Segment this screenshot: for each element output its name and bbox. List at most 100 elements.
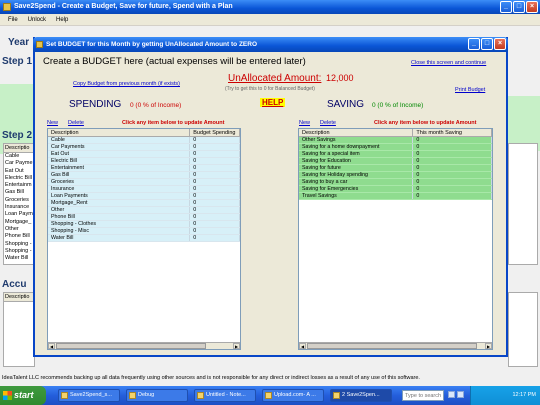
row-amount: 0 bbox=[190, 186, 240, 192]
spending-row[interactable]: Loan Payments 0 bbox=[48, 193, 240, 200]
print-budget-link[interactable]: Print Budget bbox=[455, 87, 485, 93]
row-description: Groceries bbox=[48, 179, 191, 185]
network-icon[interactable] bbox=[457, 391, 464, 398]
scroll-left-icon[interactable]: ◀ bbox=[48, 343, 55, 349]
bg-table-row[interactable]: Entertainm bbox=[4, 182, 34, 189]
bg-table-row[interactable]: Insurance bbox=[4, 204, 34, 211]
spending-row[interactable]: Groceries 0 bbox=[48, 179, 240, 186]
search-icon[interactable] bbox=[448, 391, 455, 398]
spending-new-link[interactable]: New bbox=[47, 120, 58, 126]
saving-new-link[interactable]: New bbox=[299, 120, 310, 126]
system-tray: 12:17 PM bbox=[470, 386, 540, 405]
bg-table-row[interactable]: Shopping - bbox=[4, 248, 34, 255]
bg-table-row[interactable]: Other bbox=[4, 226, 34, 233]
bg-table-row[interactable]: Shopping - bbox=[4, 241, 34, 248]
bg-right-table[interactable] bbox=[508, 143, 538, 265]
bg-right-accu-table[interactable] bbox=[508, 292, 538, 367]
bg-table-row[interactable]: Cable bbox=[4, 153, 34, 160]
scroll-thumb[interactable] bbox=[307, 343, 477, 349]
taskbar-item-debug[interactable]: Debug bbox=[126, 389, 188, 402]
close-screen-link[interactable]: Close this screen and continue bbox=[411, 60, 486, 66]
spending-row[interactable]: Eat Out 0 bbox=[48, 151, 240, 158]
menu-unlock[interactable]: Unlock bbox=[28, 14, 46, 25]
spending-delete-link[interactable]: Delete bbox=[68, 120, 84, 126]
bg-table-row[interactable]: Eat Out bbox=[4, 168, 34, 175]
tray-icons bbox=[448, 391, 464, 398]
bg-table-row[interactable]: Phone Bill bbox=[4, 233, 34, 240]
spending-col-description[interactable]: Description bbox=[48, 129, 191, 136]
row-description: Electric Bill bbox=[48, 158, 191, 164]
app-title: Save2Spend - Create a Budget, Save for f… bbox=[14, 3, 233, 10]
dialog-close-button[interactable]: × bbox=[494, 38, 506, 50]
bg-table-row[interactable]: Electric Bill bbox=[4, 175, 34, 182]
saving-row[interactable]: Saving to buy a car 0 bbox=[299, 179, 492, 186]
taskbar-item-browser[interactable]: Upload.com- A ... bbox=[262, 389, 324, 402]
bg-spending-table[interactable]: Descriptio Cable Car Payme Eat Out Elect… bbox=[3, 143, 35, 265]
saving-col-amount[interactable]: This month Saving bbox=[413, 129, 492, 136]
clock[interactable]: 12:17 PM bbox=[512, 392, 536, 398]
dialog-minimize-button[interactable]: _ bbox=[468, 38, 480, 50]
saving-row[interactable]: Other Savings 0 bbox=[299, 137, 492, 144]
saving-row[interactable]: Saving for future 0 bbox=[299, 165, 492, 172]
spending-row[interactable]: Mortgage_Rent 0 bbox=[48, 200, 240, 207]
spending-row[interactable]: Entertainment 0 bbox=[48, 165, 240, 172]
row-amount: 0 bbox=[413, 158, 492, 164]
spending-col-amount[interactable]: Budget Spending bbox=[190, 129, 240, 136]
row-description: Insurance bbox=[48, 186, 191, 192]
spending-row[interactable]: Electric Bill 0 bbox=[48, 158, 240, 165]
saving-row[interactable]: Saving for Education 0 bbox=[299, 158, 492, 165]
spending-row[interactable]: Cable 0 bbox=[48, 137, 240, 144]
menu-help[interactable]: Help bbox=[56, 14, 68, 25]
saving-row[interactable]: Travel Savings 0 bbox=[299, 193, 492, 200]
bg-table-row[interactable]: Loan Paym bbox=[4, 211, 34, 218]
dialog-titlebar[interactable]: Set BUDGET for this Month by getting UnA… bbox=[33, 37, 508, 52]
row-description: Loan Payments bbox=[48, 193, 191, 199]
spending-row[interactable]: Car Payments 0 bbox=[48, 144, 240, 151]
saving-row[interactable]: Saving for a home downpayment 0 bbox=[299, 144, 492, 151]
spending-row[interactable]: Phone Bill 0 bbox=[48, 214, 240, 221]
unallocated-hint: (Try to get this to 0 for Balanced Budge… bbox=[225, 86, 315, 92]
bg-accumulated-table[interactable]: Descriptio bbox=[3, 292, 35, 367]
scroll-left-icon[interactable]: ◀ bbox=[299, 343, 306, 349]
saving-delete-link[interactable]: Delete bbox=[320, 120, 336, 126]
bg-table-row[interactable]: Mortgage_ bbox=[4, 219, 34, 226]
spending-row[interactable]: Shopping - Clothes 0 bbox=[48, 221, 240, 228]
row-amount: 0 bbox=[413, 144, 492, 150]
scroll-right-icon[interactable]: ▶ bbox=[233, 343, 240, 349]
bg-table-row[interactable]: Groceries bbox=[4, 197, 34, 204]
start-button[interactable]: start bbox=[0, 386, 46, 405]
saving-horizontal-scrollbar[interactable]: ◀ ▶ bbox=[299, 342, 492, 349]
taskbar-search-input[interactable] bbox=[402, 390, 444, 401]
maximize-button[interactable]: □ bbox=[513, 1, 525, 13]
close-button[interactable]: × bbox=[526, 1, 538, 13]
taskbar-item-save2spend[interactable]: Save2Spend_s... bbox=[58, 389, 120, 402]
saving-row[interactable]: Saving for a special item 0 bbox=[299, 151, 492, 158]
app-titlebar: Save2Spend - Create a Budget, Save for f… bbox=[0, 0, 540, 14]
spending-row[interactable]: Gas Bill 0 bbox=[48, 172, 240, 179]
dialog-maximize-button[interactable]: □ bbox=[481, 38, 493, 50]
saving-row[interactable]: Saving for Holiday spending 0 bbox=[299, 172, 492, 179]
saving-grid[interactable]: Description This month Saving Other Savi… bbox=[298, 128, 493, 350]
menu-file[interactable]: File bbox=[8, 14, 18, 25]
minimize-button[interactable]: _ bbox=[500, 1, 512, 13]
scroll-thumb[interactable] bbox=[56, 343, 206, 349]
task-label: Untitled - Note... bbox=[206, 392, 246, 398]
spending-grid[interactable]: Description Budget Spending Cable 0 Car P… bbox=[47, 128, 241, 350]
bg-table-row[interactable]: Water Bill bbox=[4, 255, 34, 262]
taskbar-item-save2spend-group[interactable]: 2 Save2Spen... bbox=[330, 389, 392, 402]
year-label: Year bbox=[8, 37, 30, 48]
spending-row[interactable]: Shopping - Misc 0 bbox=[48, 228, 240, 235]
spending-row[interactable]: Other 0 bbox=[48, 207, 240, 214]
help-button[interactable]: HELP bbox=[260, 98, 286, 107]
spending-row[interactable]: Water Bill 0 bbox=[48, 235, 240, 242]
spending-row[interactable]: Insurance 0 bbox=[48, 186, 240, 193]
accu-label: Accu bbox=[2, 279, 27, 290]
copy-budget-link[interactable]: Copy Budget from previous month (if exis… bbox=[73, 81, 180, 87]
scroll-right-icon[interactable]: ▶ bbox=[485, 343, 492, 349]
bg-table-row[interactable]: Car Payme bbox=[4, 160, 34, 167]
taskbar-item-notepad[interactable]: Untitled - Note... bbox=[194, 389, 256, 402]
spending-horizontal-scrollbar[interactable]: ◀ ▶ bbox=[48, 342, 240, 349]
bg-table-row[interactable]: Gas Bill bbox=[4, 189, 34, 196]
saving-row[interactable]: Saving for Emergencies 0 bbox=[299, 186, 492, 193]
saving-col-description[interactable]: Description bbox=[299, 129, 414, 136]
